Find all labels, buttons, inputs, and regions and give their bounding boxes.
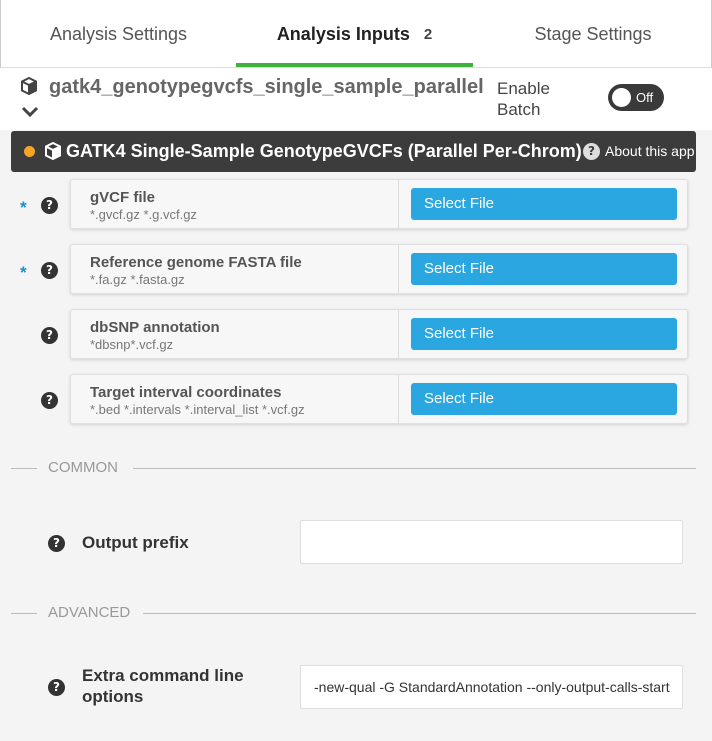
divider [398, 245, 399, 293]
help-icon[interactable]: ? [41, 197, 58, 214]
section-heading: COMMON [48, 459, 118, 476]
section-heading: ADVANCED [48, 604, 131, 621]
required-marker: * [20, 263, 27, 282]
output-prefix-label: Output prefix [82, 533, 189, 552]
input-card-reference-genome: Reference genome FASTA file *.fa.gz *.fa… [70, 244, 688, 294]
output-prefix-input[interactable] [300, 520, 683, 564]
help-icon[interactable]: ? [41, 262, 58, 279]
active-tab-indicator [236, 63, 473, 67]
tab-label: Analysis Inputs [276, 23, 410, 44]
tab-label: Analysis Settings [49, 23, 188, 44]
input-label: Reference genome FASTA file [90, 254, 302, 271]
select-file-button[interactable]: Select File [411, 188, 677, 220]
tab-label: Stage Settings [534, 23, 652, 44]
help-icon: ? [583, 143, 600, 160]
select-file-button[interactable]: Select File [411, 318, 677, 350]
enable-batch-label: Enable Batch [497, 78, 550, 120]
stage-header: gatk4_genotypegvcfs_single_sample_parall… [0, 68, 712, 130]
select-file-button[interactable]: Select File [411, 253, 677, 285]
cube-icon [45, 142, 61, 160]
status-dot [24, 146, 35, 157]
app-bar: GATK4 Single-Sample GenotypeGVCFs (Paral… [11, 131, 696, 172]
tab-analysis-settings[interactable]: Analysis Settings [1, 0, 236, 68]
extra-options-label-line1: Extra command line [82, 666, 244, 685]
extra-options-label: Extra command line options [82, 665, 244, 707]
about-app-link[interactable]: About this app [605, 143, 695, 159]
enable-batch-label-line1: Enable [497, 79, 550, 98]
input-label: gVCF file [90, 189, 156, 206]
toggle-knob [612, 88, 631, 107]
help-icon[interactable]: ? [41, 327, 58, 344]
extra-options-label-line2: options [82, 687, 144, 706]
help-icon[interactable]: ? [41, 392, 58, 409]
tab-stage-settings[interactable]: Stage Settings [473, 0, 712, 68]
input-patterns: *.bed *.intervals *.interval_list *.vcf.… [90, 402, 305, 417]
input-card-gvcf: gVCF file *.gvcf.gz *.g.vcf.gz Select Fi… [70, 179, 688, 229]
enable-batch-toggle[interactable]: Off [608, 84, 664, 111]
app-title: GATK4 Single-Sample GenotypeGVCFs (Paral… [66, 141, 582, 161]
divider [398, 310, 399, 358]
enable-batch-label-line2: Batch [497, 100, 541, 119]
divider [398, 375, 399, 423]
input-patterns: *.fa.gz *.fasta.gz [90, 272, 185, 287]
input-label: Target interval coordinates [90, 384, 282, 401]
help-icon[interactable]: ? [48, 535, 65, 552]
input-label: dbSNP annotation [90, 319, 220, 336]
divider-line [133, 468, 696, 469]
help-icon[interactable]: ? [48, 679, 65, 696]
select-file-button[interactable]: Select File [411, 383, 677, 415]
divider-line [11, 468, 37, 469]
input-patterns: *.gvcf.gz *.g.vcf.gz [90, 207, 197, 222]
divider [398, 180, 399, 228]
divider-line [11, 613, 37, 614]
extra-options-input[interactable] [300, 665, 683, 709]
toggle-label: Off [636, 90, 654, 105]
tab-badge: 2 [423, 25, 433, 43]
cube-icon [21, 77, 37, 95]
section-divider-advanced: ADVANCED [11, 603, 696, 623]
input-card-dbsnp: dbSNP annotation *dbsnp*.vcf.gz Select F… [70, 309, 688, 359]
stage-title: gatk4_genotypegvcfs_single_sample_parall… [49, 76, 484, 98]
input-card-target-intervals: Target interval coordinates *.bed *.inte… [70, 374, 688, 424]
divider-line [143, 613, 696, 614]
chevron-down-icon[interactable] [20, 105, 40, 119]
tab-bar: Analysis Settings Analysis Inputs 2 Stag… [0, 0, 712, 68]
section-divider-common: COMMON [11, 458, 696, 478]
input-patterns: *dbsnp*.vcf.gz [90, 337, 174, 352]
tab-analysis-inputs[interactable]: Analysis Inputs 2 [236, 0, 473, 68]
required-marker: * [20, 198, 27, 217]
